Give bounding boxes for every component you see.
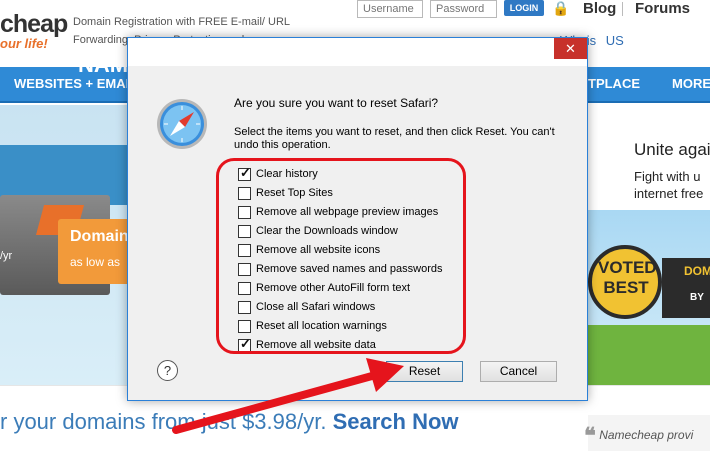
unite-title: Unite agai [634,140,710,159]
reset-button[interactable]: Reset [386,361,463,382]
voted-best-text: VOTED BEST [598,258,657,297]
site-logo-tagline: our life! [0,36,48,51]
domain-promo-title: Domain [70,228,129,245]
unite-line-1: Fight with u [634,169,701,184]
quote-icon: ❝ [584,423,596,448]
site-logo[interactable]: cheap [0,10,68,39]
nav-websites-email[interactable]: WEBSITES + EMAIL [14,76,137,91]
dialog-question: Are you sure you want to reset Safari? [234,96,439,110]
lock-icon: 🔒 [552,0,570,16]
login-button[interactable]: LOGIN [504,0,544,16]
domain-promo-subtitle: as low as [70,255,121,269]
annotation-highlight [216,158,466,354]
hero-title: NAM [78,52,129,77]
password-input[interactable] [430,0,497,18]
close-button[interactable]: ✕ [554,38,587,59]
dialog-instructions: Select the items you want to reset, and … [234,126,555,151]
search-promo[interactable]: r your domains from just $3.98/yr. Searc… [0,409,459,435]
testimonial: ❝ Namecheap provi [584,423,693,449]
safari-compass-icon [157,99,207,149]
testimonial-text: Namecheap provi [599,428,694,442]
reset-safari-dialog: ✕ Are you sure you want to reset Safari?… [127,37,588,401]
search-now-link[interactable]: Search Now [333,409,459,434]
nav-marketplace[interactable]: TPLACE [588,76,640,91]
grass-illustration [588,325,710,385]
hero-price-unit: /yr [0,250,13,262]
forums-link[interactable]: Forums [635,0,690,17]
blog-link[interactable]: Blog [583,0,616,17]
voted-banner-text: DOM [684,264,710,278]
voted-by-text: BY [690,292,704,303]
username-input[interactable] [357,0,423,18]
nav-more[interactable]: MORE [672,76,710,91]
cancel-button[interactable]: Cancel [480,361,557,382]
search-promo-text: r your domains from just $3.98/yr. [0,409,327,434]
help-button[interactable]: ? [157,360,178,381]
locale-selector[interactable]: US [606,33,624,48]
unite-line-2: internet free [634,186,704,201]
dialog-titlebar[interactable]: ✕ [128,38,587,66]
header-divider [622,2,623,16]
unite-text: Fight with u internet free [634,168,703,202]
